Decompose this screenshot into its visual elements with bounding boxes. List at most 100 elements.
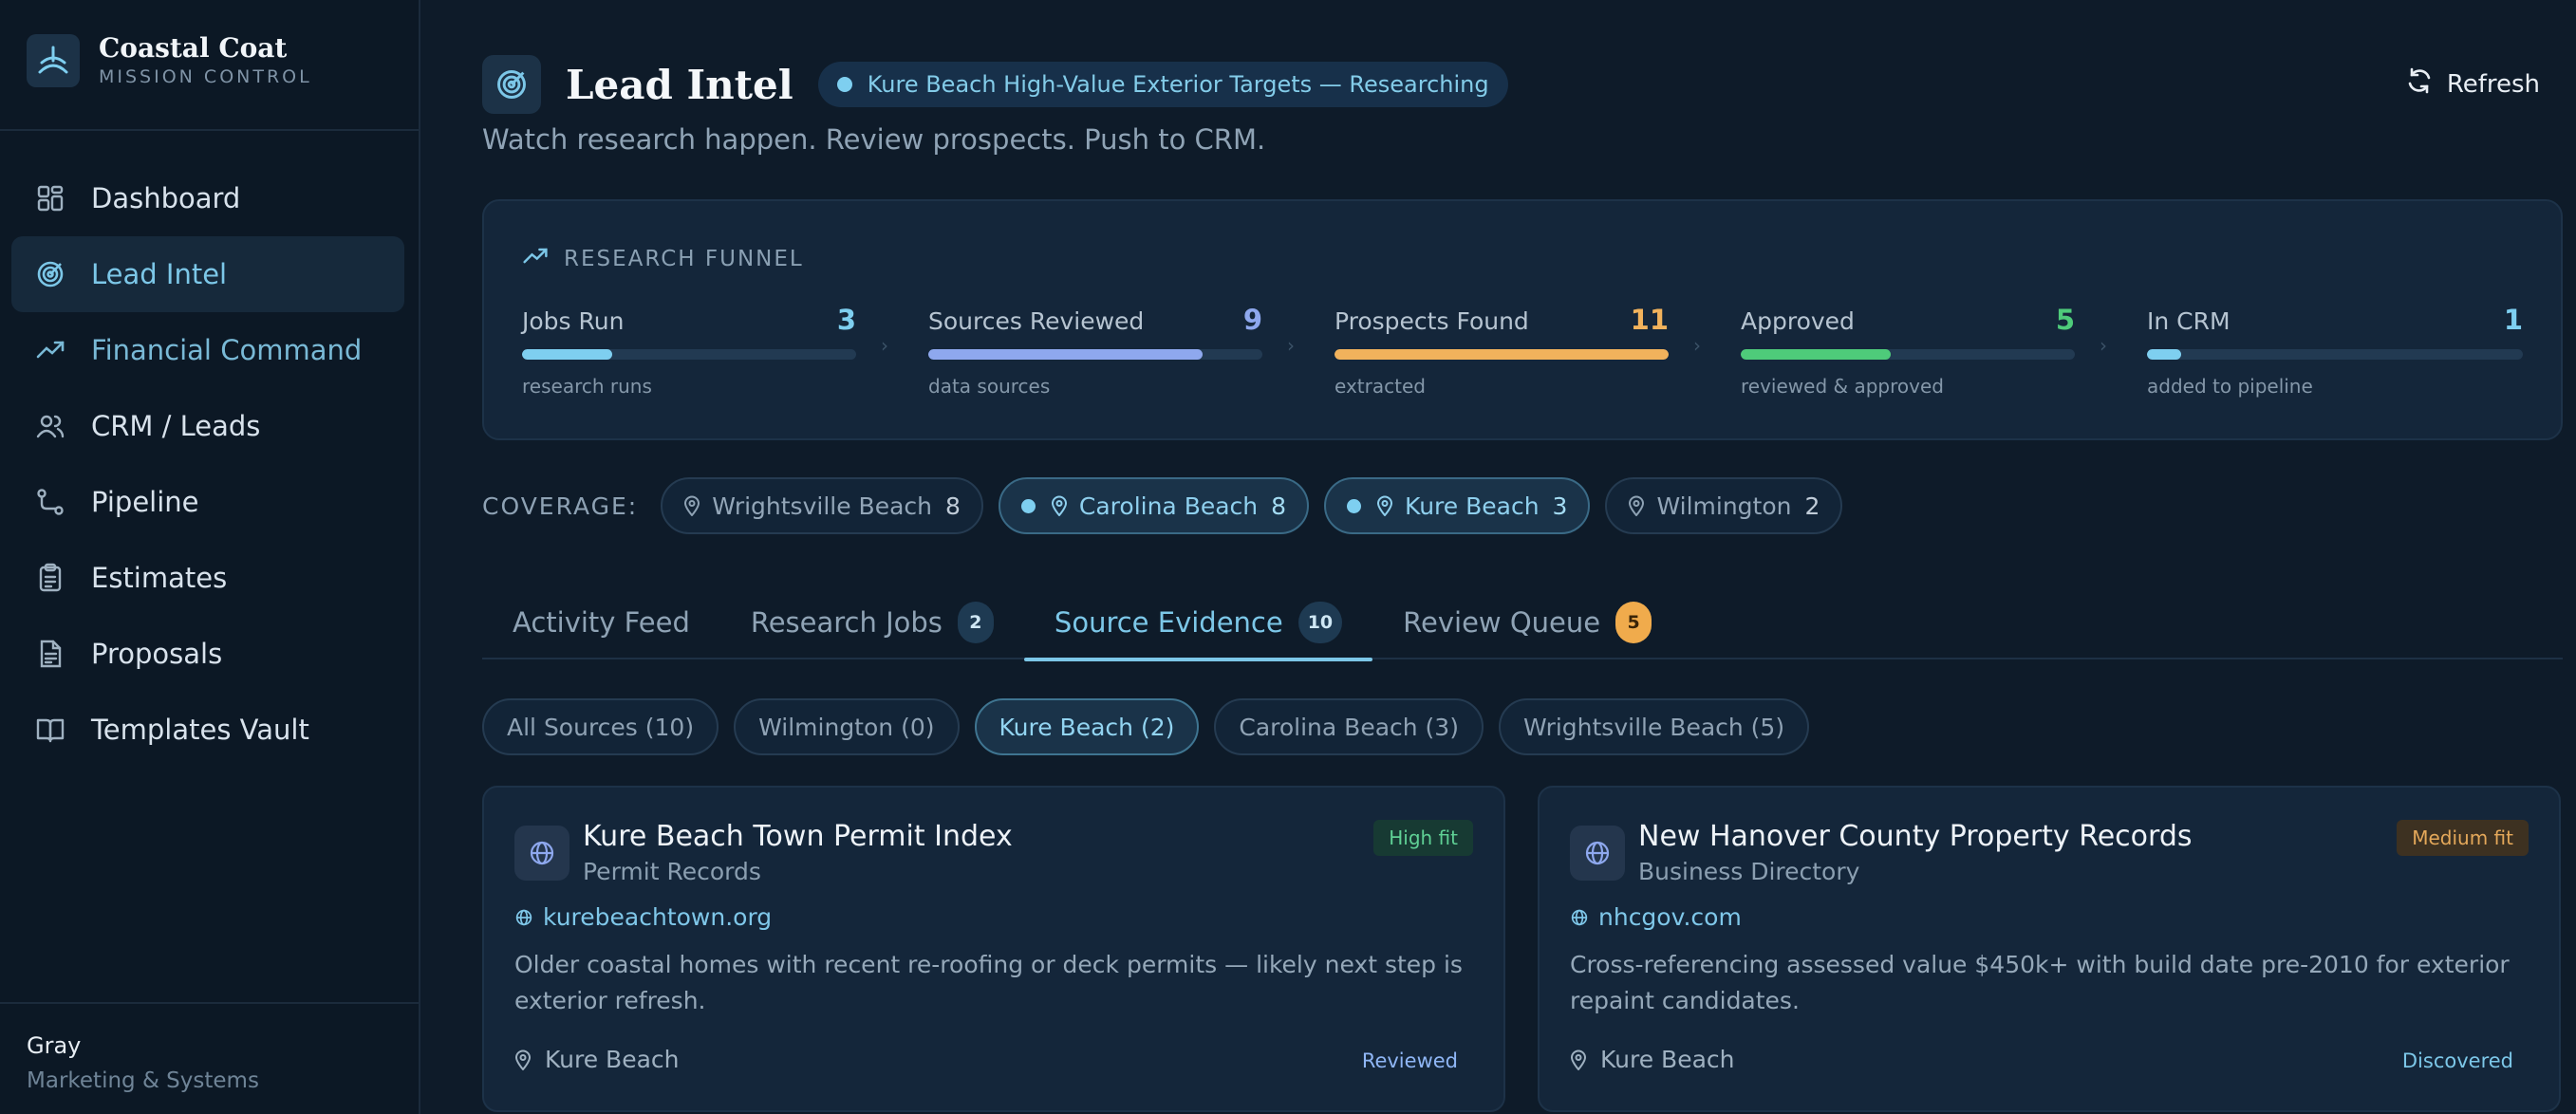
sidebar-item-estimates[interactable]: Estimates <box>11 540 404 616</box>
card-location-text: Kure Beach <box>1600 1046 1735 1073</box>
tab-bar: Activity Feed Research Jobs 2 Source Evi… <box>482 585 2563 661</box>
globe-icon <box>514 908 533 927</box>
filter-wrightsville-beach[interactable]: Wrightsville Beach (5) <box>1498 698 1810 755</box>
globe-icon <box>1570 826 1625 881</box>
chip-count: 8 <box>944 492 961 520</box>
stage-sublabel: added to pipeline <box>2147 375 2313 398</box>
chevron-right-icon: › <box>2100 334 2107 357</box>
stage-label: Approved <box>1741 307 1855 335</box>
source-card[interactable]: New Hanover County Property Records Busi… <box>1538 786 2561 1112</box>
tab-review-queue[interactable]: Review Queue 5 <box>1372 585 1682 659</box>
coverage-chip-kure-beach[interactable]: Kure Beach 3 <box>1324 477 1591 534</box>
stage-progress-fill <box>1741 349 1892 360</box>
pipeline-icon <box>34 486 66 518</box>
users-icon <box>34 410 66 442</box>
funnel-stage-approved: Approved 5 reviewed & approved <box>1741 304 2075 398</box>
sidebar-item-label: Financial Command <box>91 334 363 366</box>
map-pin-icon <box>1376 495 1393 516</box>
filter-all-sources[interactable]: All Sources (10) <box>482 698 719 755</box>
filter-kure-beach[interactable]: Kure Beach (2) <box>974 698 1200 755</box>
tab-label: Review Queue <box>1403 605 1601 639</box>
stage-progress-bar <box>1335 349 1669 360</box>
stage-progress-bar <box>2147 349 2523 360</box>
card-location: Kure Beach <box>514 1046 680 1073</box>
globe-icon <box>514 826 569 881</box>
stage-label: Prospects Found <box>1335 307 1529 335</box>
funnel-heading: RESEARCH FUNNEL <box>522 243 804 275</box>
funnel-stage-jobs-run: Jobs Run 3 research runs <box>522 304 856 398</box>
refresh-label: Refresh <box>2446 69 2540 99</box>
sidebar-item-label: Lead Intel <box>91 258 228 290</box>
source-link[interactable]: nhcgov.com <box>1570 903 1742 931</box>
funnel-stage-in-crm: In CRM 1 added to pipeline <box>2147 304 2523 398</box>
tab-activity-feed[interactable]: Activity Feed <box>482 585 720 659</box>
fit-badge: High fit <box>1373 820 1473 856</box>
refresh-button[interactable]: Refresh <box>2405 66 2540 102</box>
filter-carolina-beach[interactable]: Carolina Beach (3) <box>1214 698 1484 755</box>
document-icon <box>34 638 66 670</box>
sidebar-item-templates-vault[interactable]: Templates Vault <box>11 692 404 768</box>
sidebar: Coastal Coat MISSION CONTROL Dashboard L… <box>0 0 420 1114</box>
chip-label: Wrightsville Beach <box>712 492 932 520</box>
coverage-chip-wrightsville-beach[interactable]: Wrightsville Beach 8 <box>661 477 983 534</box>
stage-sublabel: reviewed & approved <box>1741 375 1944 398</box>
tab-count-badge: 5 <box>1615 601 1652 643</box>
source-card[interactable]: Kure Beach Town Permit Index Permit Reco… <box>482 786 1505 1112</box>
chevron-right-icon: › <box>1693 334 1701 357</box>
dashboard-grid-icon <box>34 182 66 214</box>
fit-badge: Medium fit <box>2397 820 2529 856</box>
tab-source-evidence[interactable]: Source Evidence 10 <box>1023 585 1373 661</box>
coverage-chip-wilmington[interactable]: Wilmington 2 <box>1605 477 1843 534</box>
sidebar-item-lead-intel[interactable]: Lead Intel <box>11 236 404 312</box>
tab-count-badge: 10 <box>1297 601 1343 643</box>
sidebar-footer-divider <box>0 1002 419 1004</box>
tab-count-badge: 2 <box>957 601 994 643</box>
sidebar-item-crm-leads[interactable]: CRM / Leads <box>11 388 404 464</box>
stage-count: 11 <box>1630 304 1669 336</box>
active-dot-icon <box>1347 498 1362 513</box>
stage-sublabel: research runs <box>522 375 652 398</box>
sidebar-item-label: CRM / Leads <box>91 410 261 442</box>
sidebar-item-proposals[interactable]: Proposals <box>11 616 404 692</box>
tab-research-jobs[interactable]: Research Jobs 2 <box>720 585 1024 659</box>
stage-label: In CRM <box>2147 307 2231 335</box>
sidebar-divider <box>0 129 419 131</box>
brand-name: Coastal Coat <box>99 32 288 64</box>
sidebar-nav: Dashboard Lead Intel Financial Command C… <box>11 160 404 768</box>
research-status-badge[interactable]: Kure Beach High-Value Exterior Targets —… <box>817 62 1508 107</box>
chip-label: Wilmington <box>1656 492 1792 520</box>
brand-subtitle: MISSION CONTROL <box>99 66 312 87</box>
sidebar-item-pipeline[interactable]: Pipeline <box>11 464 404 540</box>
sidebar-item-label: Pipeline <box>91 486 199 518</box>
sidebar-item-label: Dashboard <box>91 182 241 214</box>
coverage-chip-carolina-beach[interactable]: Carolina Beach 8 <box>998 477 1310 534</box>
funnel-title: RESEARCH FUNNEL <box>564 247 804 271</box>
sidebar-item-financial-command[interactable]: Financial Command <box>11 312 404 388</box>
stage-count: 1 <box>2503 304 2523 336</box>
source-link[interactable]: kurebeachtown.org <box>514 903 772 931</box>
map-pin-icon <box>683 495 700 516</box>
map-pin-icon <box>1628 495 1645 516</box>
filter-wilmington[interactable]: Wilmington (0) <box>734 698 960 755</box>
sidebar-item-dashboard[interactable]: Dashboard <box>11 160 404 236</box>
trending-up-icon <box>522 243 549 275</box>
clipboard-icon <box>34 562 66 594</box>
stage-progress-fill <box>2147 349 2181 360</box>
stage-progress-fill <box>522 349 613 360</box>
sidebar-item-label: Templates Vault <box>91 714 309 746</box>
source-link-text: nhcgov.com <box>1598 903 1742 931</box>
status-text: Kure Beach High-Value Exterior Targets —… <box>867 71 1489 98</box>
chip-label: Carolina Beach <box>1078 492 1259 520</box>
tab-label: Source Evidence <box>1054 605 1283 639</box>
source-filter-bar: All Sources (10) Wilmington (0) Kure Bea… <box>482 698 1824 755</box>
map-pin-icon <box>514 1049 532 1070</box>
chevron-right-icon: › <box>1287 334 1295 357</box>
chip-count: 2 <box>1804 492 1820 520</box>
card-category: Permit Records <box>583 858 761 885</box>
user-name[interactable]: Gray <box>27 1032 81 1059</box>
refresh-icon <box>2405 66 2434 102</box>
card-category: Business Directory <box>1638 858 1860 885</box>
funnel-stage-prospects-found: Prospects Found 11 extracted <box>1335 304 1669 398</box>
source-link-text: kurebeachtown.org <box>543 903 773 931</box>
brand[interactable]: Coastal Coat MISSION CONTROL <box>27 32 312 89</box>
